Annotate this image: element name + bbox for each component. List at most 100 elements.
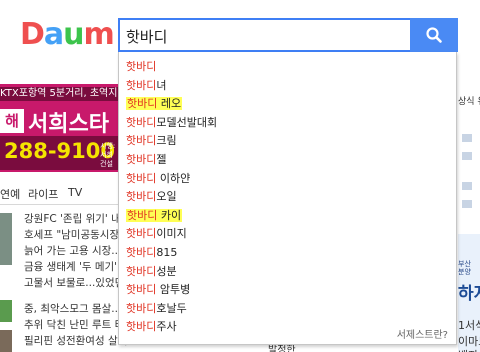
suggestion-query-match: 핫바디 xyxy=(126,171,157,185)
suggestion-text: 핫바디주사 xyxy=(126,320,177,333)
search-button[interactable] xyxy=(410,18,458,52)
search-box xyxy=(118,18,410,52)
right-column-text[interactable]: 상식 유지 xyxy=(458,94,480,107)
suggestion-item[interactable]: 핫바디 암투병 xyxy=(119,281,456,300)
suggestion-text: 핫바디호날두 xyxy=(126,302,187,315)
ad-banner[interactable]: KTX포항역 5분거리, 초역지구 1 해 서희스타 288-9100 시행:서… xyxy=(0,84,118,172)
suggestion-text: 핫바디 xyxy=(126,60,156,73)
suggestion-item[interactable]: 핫바디 이하얀 xyxy=(119,170,456,189)
tab-life[interactable]: 라이프 xyxy=(28,186,58,202)
news-item[interactable]: 고물서 보물로...있었던 xyxy=(24,275,124,290)
small-icon xyxy=(462,134,472,142)
suggestion-item[interactable]: 핫바디크림 xyxy=(119,132,456,151)
suggestion-item[interactable]: 핫바디녀 xyxy=(119,77,456,96)
news-item[interactable]: 늙어 가는 고용 시장...허 xyxy=(24,243,131,258)
suggestion-completion: 젤 xyxy=(156,152,167,166)
news-thumbnail[interactable] xyxy=(0,300,12,322)
news-item[interactable]: 강원FC '존립 위기' 내년 xyxy=(24,211,130,226)
news-item[interactable]: 필리핀 성전환여성 살해 xyxy=(24,333,127,348)
suggestion-query-match: 핫바디 xyxy=(126,115,157,129)
news-item[interactable]: 추위 닥친 난민 루트 터 xyxy=(24,317,124,332)
ad-title: 서희스타 xyxy=(28,112,109,137)
small-icon xyxy=(462,152,472,160)
suggestion-item[interactable]: 핫바디젤 xyxy=(119,151,456,170)
logo-letter: a xyxy=(43,17,64,52)
suggestion-completion: 성분 xyxy=(156,264,177,278)
suggestion-query-match: 핫바디 xyxy=(126,152,157,166)
suggestion-dropdown: 핫바디 핫바디녀 핫바디 레오 핫바디모델선발대회 핫바디크림 핫바디젤 핫바디 이하얀 핫바… xyxy=(118,52,457,345)
suggestion-text: 핫바디오일 xyxy=(126,190,177,203)
suggestion-item[interactable]: 핫바디 xyxy=(119,58,456,77)
suggestion-completion: 815 xyxy=(156,245,178,259)
suggestion-text: 핫바디크림 xyxy=(126,134,177,147)
suggestion-item[interactable]: 핫바디이미지 xyxy=(119,225,456,244)
suggestion-text: 핫바디모델선발대회 xyxy=(126,116,217,129)
suggestion-text: 핫바디815 xyxy=(126,246,177,259)
suggestion-item[interactable]: 핫바디모델선발대회 xyxy=(119,114,456,133)
right-ad-sub1: 1서식 xyxy=(458,319,480,332)
news-tabs: 연예 라이프 TV xyxy=(0,186,118,202)
suggestion-query-match: 핫바디 xyxy=(126,190,157,204)
suggestion-highlight: 핫바디 카이 xyxy=(126,208,183,222)
suggestion-item[interactable]: 핫바디 카이 xyxy=(119,207,456,226)
news-item[interactable]: 중, 최악스모그 몸살...베 xyxy=(24,301,131,316)
suggestion-completion: 카이 xyxy=(157,208,182,222)
suggestion-text: 핫바디이미지 xyxy=(126,227,187,240)
suggestion-text: 핫바디성분 xyxy=(126,265,177,278)
search-input[interactable] xyxy=(126,24,396,48)
logo-letter: m xyxy=(83,17,115,52)
suggestion-item[interactable]: 핫바디호날두 xyxy=(119,300,456,319)
suggestion-completion: 모델선발대회 xyxy=(156,115,218,129)
suggestion-query-match: 핫바디 xyxy=(127,208,158,222)
suggestion-query-match: 핫바디 xyxy=(126,227,157,241)
daum-logo[interactable]: Daum xyxy=(20,17,115,52)
ad-small-text: 시행:서희건설 xyxy=(100,142,116,168)
news-item[interactable]: 금융 생태계 '두 메기' 등 xyxy=(24,259,130,274)
suggestion-text: 핫바디 암투병 xyxy=(126,283,190,296)
tab-tv[interactable]: TV xyxy=(68,186,82,199)
right-ad-sub3: 백자 xyxy=(458,347,478,352)
logo-letter: D xyxy=(20,17,45,52)
right-ad-line2: 분양 xyxy=(458,268,471,276)
logo-letter: u xyxy=(63,17,84,52)
suggestion-completion: 이미지 xyxy=(156,227,187,241)
suggestion-completion: 암투병 xyxy=(156,283,191,297)
suggestion-completion: 이하얀 xyxy=(156,171,191,185)
suggestion-completion: 녀 xyxy=(156,78,167,92)
suggestion-completion: 레오 xyxy=(157,97,182,111)
suggestion-query-match: 핫바디 xyxy=(126,264,157,278)
ad-phone: 288-9100 xyxy=(4,139,115,163)
small-icon xyxy=(462,200,472,208)
suggestion-query-match: 핫바디 xyxy=(126,283,157,297)
news-thumbnail[interactable] xyxy=(0,330,12,352)
ad-headline: KTX포항역 5분거리, 초역지구 1 xyxy=(0,87,118,101)
suggestion-completion: 크림 xyxy=(156,134,177,148)
suggestion-item[interactable]: 핫바디오일 xyxy=(119,188,456,207)
suggestion-query-match: 핫바디 xyxy=(126,60,157,73)
suggestion-query-match: 핫바디 xyxy=(127,97,158,111)
suggestion-item[interactable]: 핫바디815 xyxy=(119,244,456,263)
news-item[interactable]: 호세프 "남미공동시장서 xyxy=(24,227,129,242)
suggestion-list: 핫바디 핫바디녀 핫바디 레오 핫바디모델선발대회 핫바디크림 핫바디젤 핫바디 이하얀 핫바… xyxy=(119,58,456,337)
tab-entertainment[interactable]: 연예 xyxy=(0,186,20,202)
suggestion-text: 핫바디녀 xyxy=(126,79,167,92)
suggestion-query-match: 핫바디 xyxy=(126,134,157,148)
suggestion-item[interactable]: 핫바디 레오 xyxy=(119,95,456,114)
news-thumbnail[interactable] xyxy=(0,213,12,265)
suggestion-completion: 주사 xyxy=(156,320,177,334)
suggestion-completion: 오일 xyxy=(156,190,177,204)
suggestion-completion: 호날두 xyxy=(156,301,187,315)
suggestion-query-match: 핫바디 xyxy=(126,301,157,315)
suggestion-text: 핫바디젤 xyxy=(126,153,167,166)
right-ad-title: 하지 xyxy=(458,284,480,304)
suggestion-highlight: 핫바디 레오 xyxy=(126,97,183,111)
suggestion-text: 핫바디 이하얀 xyxy=(126,172,190,185)
suggestion-item[interactable]: 핫바디성분 xyxy=(119,263,456,282)
suggestion-query-match: 핫바디 xyxy=(126,78,157,92)
small-icon xyxy=(462,182,472,190)
suggestion-query-match: 핫바디 xyxy=(126,320,157,334)
suggestion-query-match: 핫바디 xyxy=(126,245,157,259)
suggest-help-link[interactable]: 서제스트란? xyxy=(397,326,448,341)
right-column: 상식 유지 부산 분양 하지 1서식 이마트 백자 xyxy=(458,84,480,352)
ad-tag: 해 xyxy=(0,109,24,133)
